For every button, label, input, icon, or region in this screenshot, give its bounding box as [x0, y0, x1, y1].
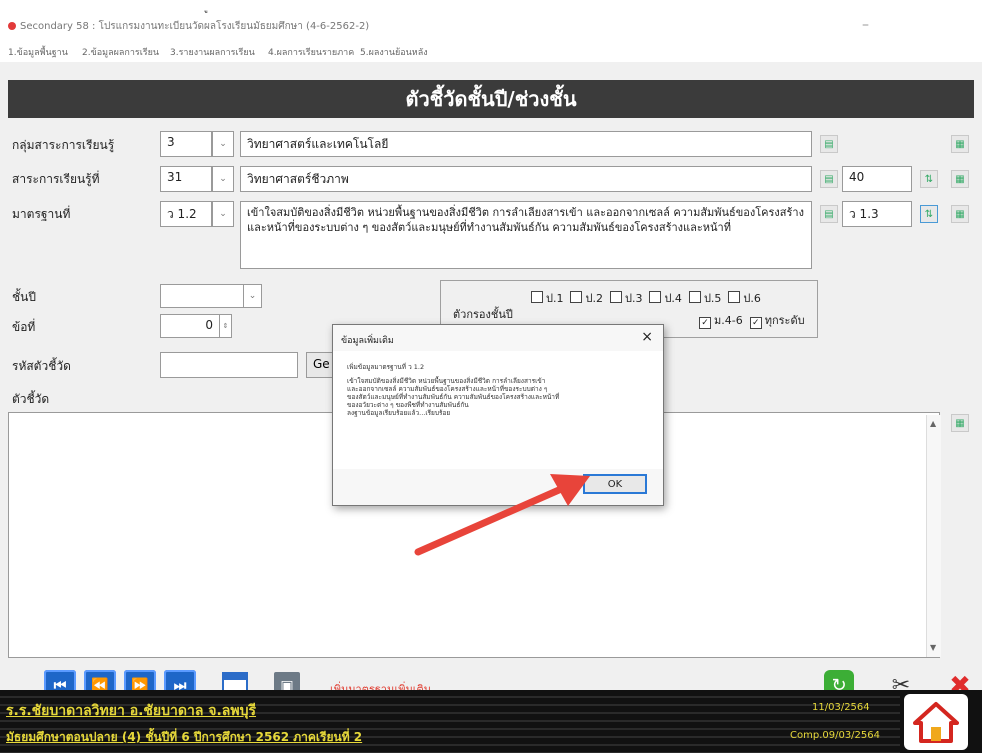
- title-bar: Secondary 58 : โปรแกรมงานทะเบียนวัดผลโรง…: [0, 14, 982, 40]
- stepper-icon[interactable]: ⇅: [920, 170, 938, 188]
- edit-standard-icon[interactable]: ▤: [820, 205, 838, 223]
- standard-text-area[interactable]: เข้าใจสมบัติของสิ่งมีชีวิต หน่วยพื้นฐานข…: [240, 201, 812, 269]
- order-field[interactable]: 0: [160, 314, 220, 338]
- menu-item-semester[interactable]: 4.ผลการเรียนรายภาค: [268, 45, 354, 59]
- next-standard-code-field[interactable]: ว 1.3: [842, 201, 912, 227]
- order-label: ข้อที่: [12, 320, 36, 334]
- checkbox-p6[interactable]: ป.6: [728, 291, 761, 305]
- strand-count-field[interactable]: 40: [842, 166, 912, 192]
- save-strand-icon[interactable]: ▦: [951, 170, 969, 188]
- menu-bar: 1.ข้อมูลพื้นฐาน 2.ข้อมูลผลการเรียน 3.ราย…: [0, 40, 982, 62]
- indicator-scrollbar[interactable]: ▲ ▼: [926, 415, 941, 657]
- grade-filter-row2: ✓ ม.4-6 ✓ ทุกระดับ: [699, 311, 805, 329]
- strand-name-field[interactable]: วิทยาศาสตร์ชีวภาพ: [240, 166, 812, 192]
- standard-code-select[interactable]: ว 1.2: [160, 201, 212, 227]
- save-indicator-icon[interactable]: ▦: [951, 414, 969, 432]
- dialog-message: เพิ่มข้อมูลมาตรฐานที่ ว 1.2 เข้าใจสมบัติ…: [347, 363, 560, 417]
- edit-learning-area-icon[interactable]: ▤: [820, 135, 838, 153]
- annotation-arrow-icon: [414, 474, 590, 556]
- current-date: 11/03/2564: [812, 702, 870, 713]
- grade-filter-label: ตัวกรองชั้นปี: [453, 308, 513, 321]
- chevron-down-icon[interactable]: ⌄: [212, 166, 234, 192]
- edit-strand-icon[interactable]: ▤: [820, 170, 838, 188]
- app-icon: [8, 22, 16, 30]
- checkbox-p5[interactable]: ป.5: [688, 291, 721, 305]
- page-title: ตัวชี้วัดชั้นปี/ช่วงชั้น: [8, 80, 974, 118]
- chevron-down-icon[interactable]: ⌄: [212, 131, 234, 157]
- indicator-label: ตัวชี้วัด: [12, 392, 50, 406]
- menu-item-history[interactable]: 5.ผลงานย้อนหลัง: [360, 45, 428, 59]
- standard-label: มาตรฐานที่: [12, 207, 71, 221]
- learning-area-code-select[interactable]: 3: [160, 131, 212, 157]
- checkbox-p3[interactable]: ป.3: [609, 291, 642, 305]
- checkbox-m4-6[interactable]: ✓ ม.4-6: [699, 314, 743, 329]
- indicator-code-label: รหัสตัวชี้วัด: [12, 359, 71, 373]
- school-name: ร.ร.ชัยบาดาลวิทยา อ.ชัยบาดาล จ.ลพบุรี: [6, 703, 257, 719]
- window-title: Secondary 58 : โปรแกรมงานทะเบียนวัดผลโรง…: [20, 21, 370, 32]
- menu-item-basic[interactable]: 1.ข้อมูลพื้นฐาน: [8, 45, 68, 59]
- home-icon: [913, 702, 959, 743]
- learning-area-label: กลุ่มสาระการเรียนรู้: [12, 138, 115, 152]
- checkbox-p1[interactable]: ป.1: [531, 291, 563, 305]
- dialog-title: ข้อมูลเพิ่มเติม: [341, 336, 394, 346]
- save-standard-icon[interactable]: ▦: [951, 205, 969, 223]
- term-info: มัธยมศึกษาตอนปลาย (4) ชั้นปีที่ 6 ปีการศ…: [6, 730, 363, 744]
- strand-label: สาระการเรียนรู้ที่: [12, 172, 100, 186]
- learning-area-name-field[interactable]: วิทยาศาสตร์และเทคโนโลยี: [240, 131, 812, 157]
- chevron-down-icon[interactable]: ⌄: [212, 201, 234, 227]
- indicator-code-field[interactable]: [160, 352, 298, 378]
- checkbox-p4[interactable]: ป.4: [649, 291, 682, 305]
- menu-item-report[interactable]: 3.รายงานผลการเรียน: [170, 45, 255, 59]
- grade-filter-row1: ป.1 ป.2 ป.3 ป.4 ป.5 ป.6: [531, 289, 761, 307]
- chevron-down-icon[interactable]: ⌄: [244, 284, 262, 308]
- status-bar: ร.ร.ชัยบาดาลวิทยา อ.ชัยบาดาล จ.ลพบุรี มั…: [0, 690, 982, 753]
- save-learning-area-icon[interactable]: ▦: [951, 135, 969, 153]
- minimize-button[interactable]: –: [862, 17, 869, 33]
- menu-item-grades[interactable]: 2.ข้อมูลผลการเรียน: [82, 45, 159, 59]
- compile-date: Comp.09/03/2564: [790, 730, 881, 741]
- stepper-icon[interactable]: ⇅: [920, 205, 938, 223]
- dialog-body: เพิ่มข้อมูลมาตรฐานที่ ว 1.2 เข้าใจสมบัติ…: [333, 351, 663, 469]
- home-button[interactable]: [904, 694, 968, 750]
- grade-select[interactable]: [160, 284, 244, 308]
- strand-code-select[interactable]: 31: [160, 166, 212, 192]
- scroll-up-icon[interactable]: ▲: [930, 419, 936, 428]
- dialog-close-icon[interactable]: ×: [641, 329, 653, 345]
- grade-label: ชั้นปี: [12, 290, 36, 304]
- spinner-icon[interactable]: ⇕: [220, 314, 232, 338]
- checkbox-all-levels[interactable]: ✓ ทุกระดับ: [749, 314, 805, 329]
- top-strip: ู: [0, 0, 982, 14]
- checkbox-p2[interactable]: ป.2: [570, 291, 603, 305]
- scroll-down-icon[interactable]: ▼: [930, 643, 936, 652]
